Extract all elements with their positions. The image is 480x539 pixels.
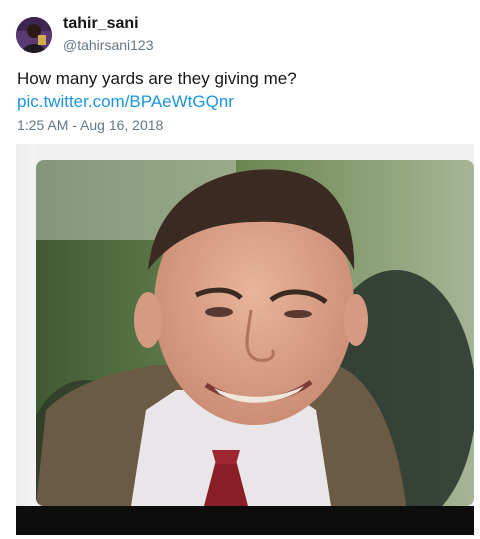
display-name[interactable]: tahir_sani <box>63 14 154 34</box>
tweet-media[interactable] <box>16 144 474 535</box>
tweet-text: How many yards are they giving me? <box>17 69 297 88</box>
tweet-card: tahir_sani @tahirsani123 How many yards … <box>0 0 480 539</box>
media-photo[interactable] <box>36 160 474 506</box>
author-block: tahir_sani @tahirsani123 <box>63 14 154 54</box>
media-border <box>16 144 36 506</box>
avatar[interactable] <box>16 17 52 53</box>
tweet-media-link[interactable]: pic.twitter.com/BPAeWtGQnr <box>17 91 234 113</box>
avatar-image <box>16 17 52 53</box>
tweet-timestamp[interactable]: 1:25 AM - Aug 16, 2018 <box>17 116 163 134</box>
media-bottom-strip <box>16 506 474 535</box>
photo-illustration <box>36 160 474 506</box>
username[interactable]: @tahirsani123 <box>63 36 154 54</box>
